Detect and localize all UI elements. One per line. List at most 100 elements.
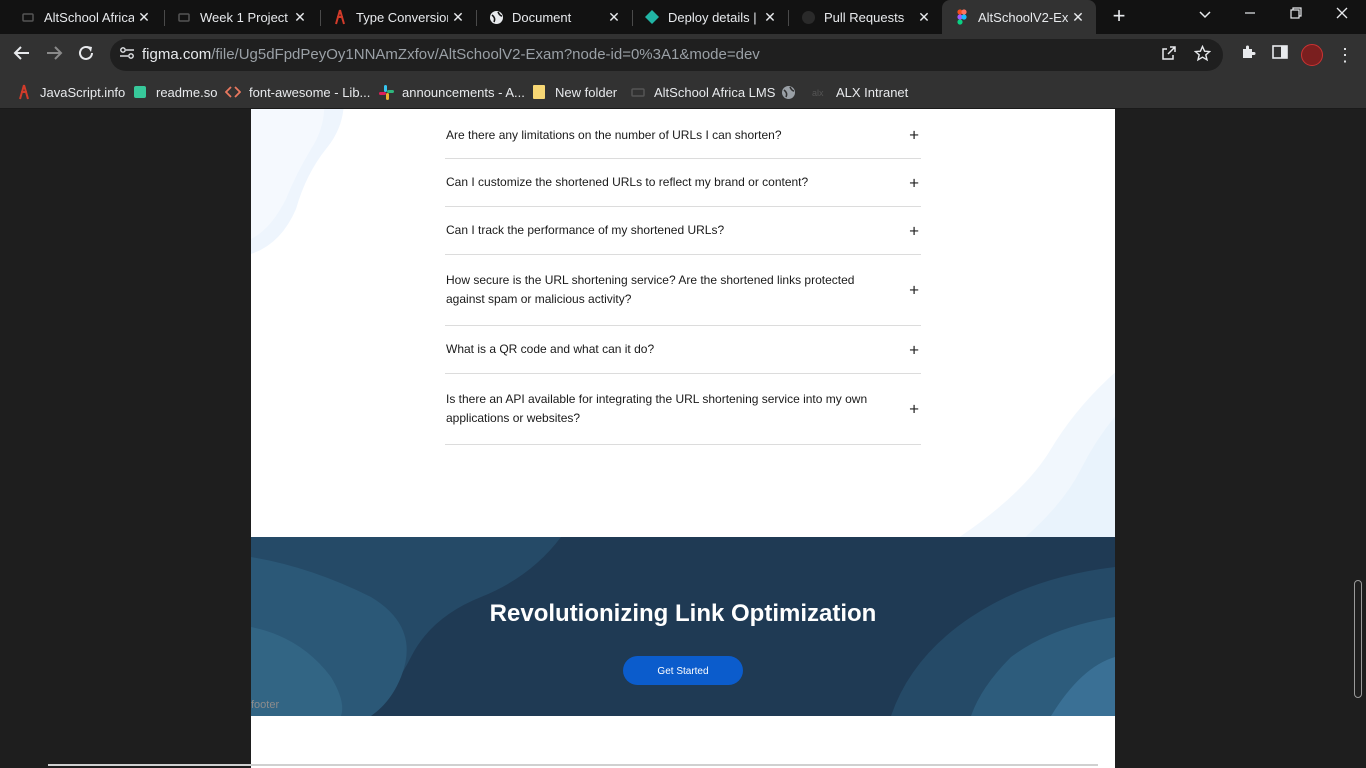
tab-deploy-details[interactable]: Deploy details | Deploys ✕: [632, 0, 788, 34]
plus-icon[interactable]: +: [909, 341, 919, 358]
bookmark-font-awesome[interactable]: font-awesome - Lib...: [225, 83, 370, 101]
extensions-icon[interactable]: [1237, 44, 1259, 66]
close-icon[interactable]: ✕: [290, 9, 310, 26]
globe-icon: [780, 84, 796, 100]
side-panel-icon[interactable]: [1269, 44, 1291, 66]
netlify-icon: [644, 9, 660, 25]
get-started-button[interactable]: Get Started: [623, 656, 743, 685]
bookmark-new-folder[interactable]: New folder: [531, 83, 617, 101]
faq-item[interactable]: Can I track the performance of my shorte…: [445, 207, 921, 255]
bookmarks-bar: JavaScript.info readme.so font-awesome -…: [0, 76, 1366, 109]
url-text: figma.com/file/Ug5dFpdPeyOy1NNAmZxfov/Al…: [142, 46, 760, 63]
code-icon: [225, 84, 241, 100]
decorative-blob: [959, 372, 1115, 537]
profile-avatar[interactable]: [1301, 44, 1323, 66]
tab-title: Type Conversions: [356, 9, 448, 25]
divider: [48, 764, 1098, 766]
url-path: /file/Ug5dFpdPeyOy1NNAmZxfov/AltSchoolV2…: [211, 46, 760, 63]
figma-canvas[interactable]: Are there any limitations on the number …: [0, 109, 1366, 768]
bookmark-label: readme.so: [156, 84, 218, 100]
faq-item[interactable]: Can I customize the shortened URLs to re…: [445, 159, 921, 207]
faq-item[interactable]: How secure is the URL shortening service…: [445, 255, 921, 326]
tab-title: Pull Requests: [824, 9, 905, 25]
close-icon[interactable]: ✕: [604, 9, 624, 26]
bookmark-readme-so[interactable]: readme.so: [132, 83, 217, 101]
back-icon[interactable]: [11, 44, 33, 66]
minimize-icon[interactable]: [1239, 6, 1261, 26]
menu-icon[interactable]: ⋮: [1336, 44, 1354, 66]
tab-pull-requests[interactable]: Pull Requests ✕: [788, 0, 942, 34]
bookmark-label: JavaScript.info: [40, 84, 126, 100]
faq-list: Are there any limitations on the number …: [445, 112, 921, 445]
tab-altschoolv2-exam[interactable]: AltSchoolV2-Exam ✕: [942, 0, 1096, 34]
faq-question: What is a QR code and what can it do?: [446, 342, 655, 356]
site-info-icon[interactable]: [118, 46, 136, 64]
altschool-icon: [630, 84, 646, 100]
javascript-info-icon: [332, 9, 348, 25]
decorative-blob: [251, 109, 344, 254]
svg-text:alx: alx: [812, 88, 824, 97]
restore-icon[interactable]: [1285, 6, 1307, 26]
close-icon[interactable]: ✕: [448, 9, 468, 26]
plus-icon[interactable]: +: [909, 282, 919, 299]
plus-icon[interactable]: +: [909, 127, 919, 144]
faq-question: Can I customize the shortened URLs to re…: [446, 175, 809, 189]
tab-title: Week 1 Project 2: [200, 9, 290, 25]
close-icon[interactable]: ✕: [914, 9, 934, 26]
tab-title: AltSchool Africa LMS: [44, 9, 134, 25]
bookmark-altschool-lms[interactable]: AltSchool Africa LMS: [630, 83, 775, 101]
figma-icon: [954, 9, 970, 25]
cta-heading: Revolutionizing Link Optimization: [489, 600, 877, 627]
bookmark-label: font-awesome - Lib...: [249, 84, 371, 100]
bookmark-globe[interactable]: [780, 83, 804, 101]
vertical-scrollbar[interactable]: [1354, 580, 1362, 698]
tab-document[interactable]: Document ✕: [476, 0, 632, 34]
close-icon[interactable]: ✕: [134, 9, 154, 26]
cta-section: Revolutionizing Link Optimization Get St…: [251, 537, 1115, 716]
javascript-info-icon: [16, 84, 32, 100]
folder-icon: [176, 9, 192, 25]
address-bar[interactable]: figma.com/file/Ug5dFpdPeyOy1NNAmZxfov/Al…: [110, 39, 1223, 71]
tab-week1-project[interactable]: Week 1 Project 2 ✕: [164, 0, 318, 34]
bookmark-label: announcements - A...: [402, 84, 525, 100]
plus-icon[interactable]: +: [909, 401, 919, 418]
faq-item[interactable]: What is a QR code and what can it do? +: [445, 326, 921, 374]
close-icon[interactable]: ✕: [1068, 9, 1088, 26]
tab-strip: AltSchool Africa LMS ✕ Week 1 Project 2 …: [0, 0, 1366, 34]
reload-icon[interactable]: [75, 44, 97, 66]
tab-title: Document: [512, 9, 572, 25]
tab-title: AltSchoolV2-Exam: [978, 9, 1068, 25]
footer-frame: [251, 716, 1115, 768]
tab-search-icon[interactable]: [1194, 6, 1216, 26]
bookmark-star-icon[interactable]: [1192, 44, 1212, 65]
frame-label-footer[interactable]: footer: [251, 699, 279, 711]
forward-icon[interactable]: [43, 44, 65, 66]
plus-icon[interactable]: +: [909, 174, 919, 191]
url-host: figma.com: [142, 46, 212, 63]
readme-icon: [132, 84, 148, 100]
faq-item[interactable]: Is there an API available for integratin…: [445, 374, 921, 445]
bookmark-javascript-info[interactable]: JavaScript.info: [16, 83, 125, 101]
faq-question: Can I track the performance of my shorte…: [446, 223, 725, 237]
altschool-icon: [20, 9, 36, 25]
faq-question: How secure is the URL shortening service…: [446, 273, 855, 306]
faq-question: Are there any limitations on the number …: [446, 127, 782, 142]
plus-icon[interactable]: +: [909, 222, 919, 239]
faq-section: Are there any limitations on the number …: [251, 109, 1115, 537]
github-icon: [800, 9, 816, 25]
alx-icon: alx: [812, 84, 828, 100]
new-tab-button[interactable]: +: [1108, 5, 1130, 27]
faq-item[interactable]: Are there any limitations on the number …: [445, 112, 921, 159]
faq-question: Is there an API available for integratin…: [446, 392, 868, 425]
bookmark-announcements[interactable]: announcements - A...: [378, 83, 525, 101]
share-icon[interactable]: [1159, 45, 1179, 65]
close-window-icon[interactable]: [1331, 6, 1353, 26]
close-icon[interactable]: ✕: [760, 9, 780, 26]
bookmark-label: ALX Intranet: [836, 84, 909, 100]
tab-type-conversions[interactable]: Type Conversions ✕: [320, 0, 476, 34]
folder-icon: [531, 84, 547, 100]
bookmark-alx-intranet[interactable]: alx ALX Intranet: [812, 83, 908, 101]
slack-icon: [378, 84, 394, 100]
tab-altschool-lms[interactable]: AltSchool Africa LMS ✕: [8, 0, 162, 34]
bookmark-label: AltSchool Africa LMS: [654, 84, 776, 100]
